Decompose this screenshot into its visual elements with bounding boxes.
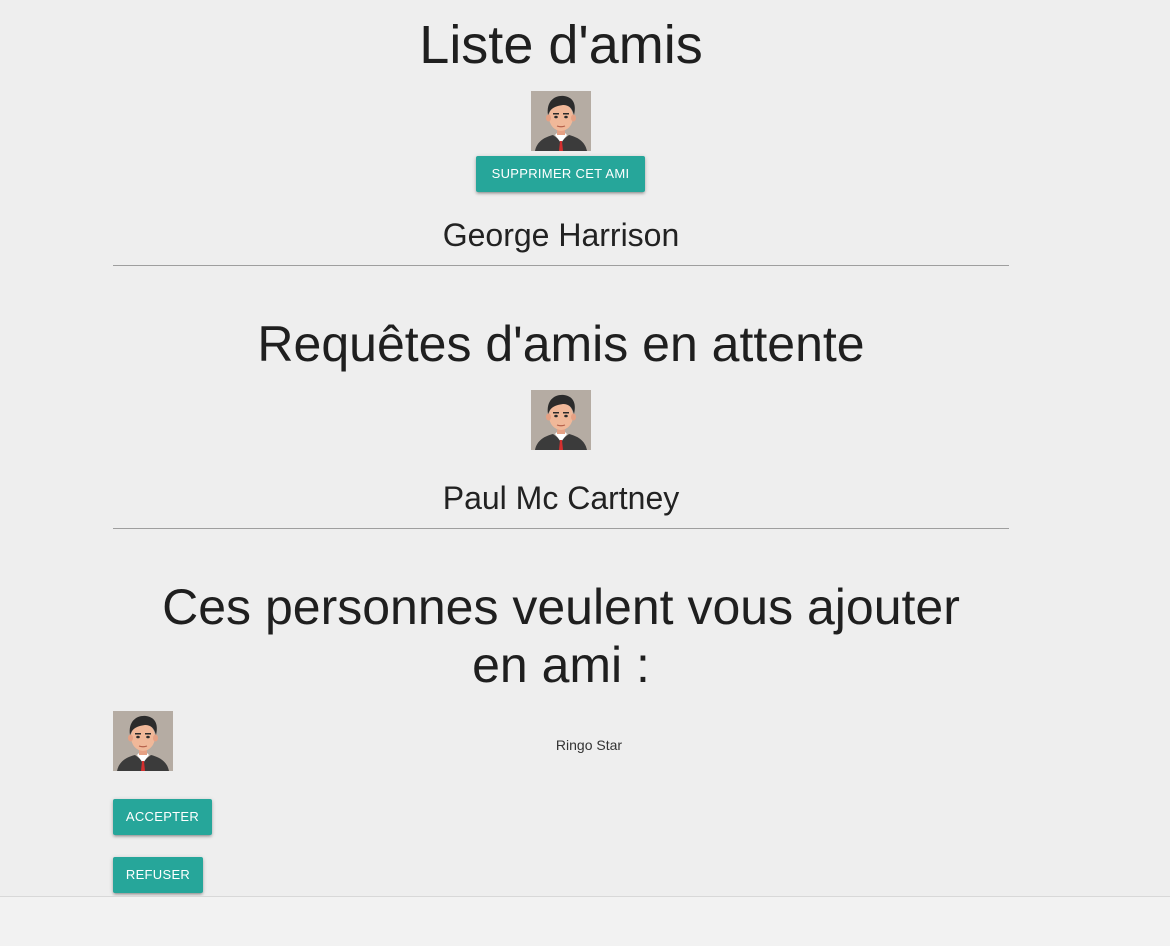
accept-button[interactable]: ACCEPTER	[113, 799, 212, 835]
refuse-button[interactable]: REFUSER	[113, 857, 203, 893]
footer	[0, 896, 1170, 946]
friend-name: George Harrison	[442, 217, 680, 253]
incoming-section-title-line1: Ces personnes veulent vous ajouter	[162, 579, 960, 635]
incoming-name: Ringo Star	[555, 737, 623, 753]
pending-avatar	[531, 390, 591, 450]
friends-divider	[113, 265, 1009, 266]
incoming-section-title-line2: en ami :	[472, 637, 650, 693]
pending-section-title: Requêtes d'amis en attente	[257, 316, 865, 372]
remove-friend-button[interactable]: SUPPRIMER CET AMI	[476, 156, 645, 192]
friends-section-title: Liste d'amis	[419, 15, 703, 75]
friend-avatar	[531, 91, 591, 151]
pending-divider	[113, 528, 1009, 529]
pending-name: Paul Mc Cartney	[442, 480, 680, 516]
incoming-avatar	[113, 711, 173, 771]
